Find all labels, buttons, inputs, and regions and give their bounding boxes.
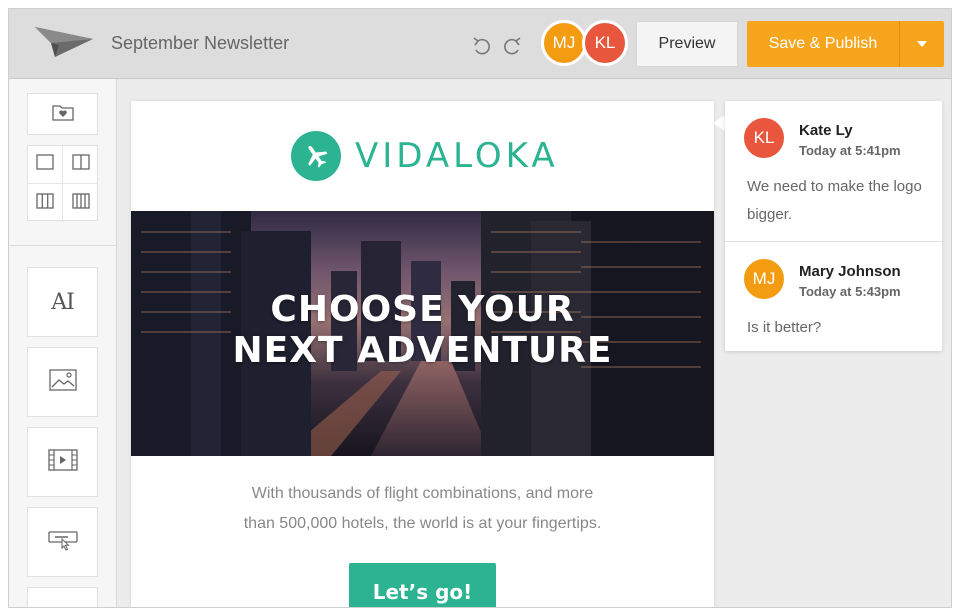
video-icon bbox=[47, 448, 78, 476]
image-icon bbox=[48, 368, 77, 396]
four-column-icon bbox=[71, 192, 90, 214]
newsletter-editor: September Newsletter MJ KL Preview Save … bbox=[8, 8, 952, 608]
avatar: MJ bbox=[741, 256, 787, 302]
hero-headline[interactable]: CHOOSE YOUR NEXT ADVENTURE bbox=[131, 289, 714, 371]
avatar-initials: KL bbox=[753, 128, 775, 147]
hero-image[interactable]: CHOOSE YOUR NEXT ADVENTURE bbox=[131, 211, 714, 456]
redo-icon[interactable] bbox=[501, 35, 523, 57]
brand-name: VIDALOKA bbox=[355, 136, 559, 176]
caret-down-icon bbox=[916, 35, 928, 53]
button-icon bbox=[47, 528, 78, 557]
collaborator-avatar[interactable]: KL bbox=[582, 20, 628, 66]
avatar: KL bbox=[741, 115, 787, 161]
comment-author: Kate Ly bbox=[799, 122, 853, 139]
text-icon: AI bbox=[51, 289, 75, 315]
one-column-icon bbox=[36, 154, 54, 175]
comment-item[interactable]: MJ Mary Johnson Today at 5:43pm Is it be… bbox=[725, 241, 942, 351]
top-bar: September Newsletter MJ KL Preview Save … bbox=[9, 9, 951, 79]
undo-icon[interactable] bbox=[471, 35, 493, 57]
brand-logo[interactable]: VIDALOKA bbox=[291, 131, 559, 181]
body-text-line1: With thousands of flight combinations, a… bbox=[251, 485, 594, 502]
three-column-layout-button[interactable] bbox=[28, 184, 63, 222]
preview-button[interactable]: Preview bbox=[636, 21, 738, 67]
two-column-icon bbox=[71, 154, 90, 175]
video-block-button[interactable] bbox=[27, 427, 98, 497]
airplane-icon bbox=[291, 131, 341, 181]
layout-picker bbox=[27, 145, 98, 222]
collaborator-avatar[interactable]: MJ bbox=[541, 20, 587, 66]
cta-button[interactable]: Let’s go! bbox=[349, 563, 496, 607]
saved-blocks-button[interactable] bbox=[27, 93, 98, 135]
more-blocks-button[interactable] bbox=[27, 587, 98, 607]
comment-timestamp: Today at 5:41pm bbox=[799, 143, 901, 158]
folder-heart-icon bbox=[51, 103, 74, 126]
body-text[interactable]: With thousands of flight combinations, a… bbox=[191, 479, 654, 539]
hero-headline-line1: CHOOSE YOUR bbox=[270, 289, 575, 330]
button-block-button[interactable] bbox=[27, 507, 98, 577]
hero-headline-line2: NEXT ADVENTURE bbox=[232, 330, 613, 371]
block-toolbar: AI bbox=[9, 79, 117, 607]
three-column-icon bbox=[36, 192, 54, 214]
body-text-line2: than 500,000 hotels, the world is at you… bbox=[243, 515, 602, 532]
comment-item[interactable]: KL Kate Ly Today at 5:41pm We need to ma… bbox=[725, 101, 942, 241]
one-column-layout-button[interactable] bbox=[28, 146, 63, 184]
paper-plane-icon[interactable] bbox=[33, 25, 95, 59]
two-column-layout-button[interactable] bbox=[63, 146, 98, 184]
avatar-initials: KL bbox=[594, 33, 616, 52]
toolbar-divider bbox=[9, 245, 117, 246]
publish-options-button[interactable] bbox=[899, 21, 944, 67]
email-canvas[interactable]: VIDALOKA CHOOSE YOUR NEXT ADVENTURE With… bbox=[131, 101, 714, 607]
comment-text: We need to make the logo bigger. bbox=[747, 178, 922, 223]
document-title[interactable]: September Newsletter bbox=[111, 33, 289, 54]
comment-author: Mary Johnson bbox=[799, 263, 901, 280]
text-block-button[interactable]: AI bbox=[27, 267, 98, 337]
comment-text: Is it better? bbox=[747, 319, 822, 336]
save-publish-button[interactable]: Save & Publish bbox=[747, 21, 899, 67]
comment-timestamp: Today at 5:43pm bbox=[799, 284, 901, 299]
avatar-initials: MJ bbox=[552, 33, 576, 52]
image-block-button[interactable] bbox=[27, 347, 98, 417]
four-column-layout-button[interactable] bbox=[63, 184, 98, 222]
comments-pointer bbox=[713, 115, 725, 131]
comments-panel: KL Kate Ly Today at 5:41pm We need to ma… bbox=[725, 101, 942, 351]
avatar-initials: MJ bbox=[752, 269, 776, 288]
